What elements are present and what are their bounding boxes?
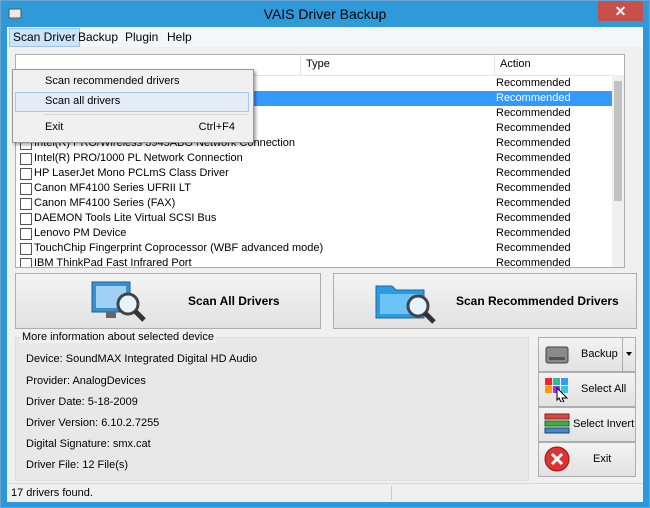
backup-dropdown-arrow[interactable] xyxy=(622,338,635,371)
row-name: HP LaserJet Mono PCLmS Class Driver xyxy=(34,167,229,179)
menu-separator xyxy=(43,114,249,115)
row-checkbox[interactable] xyxy=(20,213,32,225)
scan-all-label: Scan All Drivers xyxy=(188,294,280,308)
scan-all-drivers-button[interactable]: Scan All Drivers xyxy=(15,273,321,329)
exit-label: Exit xyxy=(593,453,612,465)
table-row[interactable]: Canon MF4100 Series UFRII LT Recommended xyxy=(16,181,616,196)
row-action: Recommended xyxy=(496,227,571,239)
table-row[interactable]: IBM ThinkPad Fast Infrared Port Recommend… xyxy=(16,256,616,268)
backup-button[interactable]: Backup xyxy=(538,337,636,372)
row-name: IBM ThinkPad Fast Infrared Port xyxy=(34,257,192,268)
select-all-label: Select All xyxy=(581,383,627,395)
row-action: Recommended xyxy=(496,167,571,179)
column-type[interactable]: Type xyxy=(306,58,330,70)
menu-scan-driver[interactable]: Scan Driver xyxy=(9,28,80,47)
row-checkbox[interactable] xyxy=(20,228,32,240)
row-name: TouchChip Fingerprint Coprocessor (WBF a… xyxy=(34,242,324,254)
table-row[interactable]: TouchChip Fingerprint Coprocessor (WBF a… xyxy=(16,241,616,256)
column-action[interactable]: Action xyxy=(500,58,531,70)
row-checkbox[interactable] xyxy=(20,183,32,195)
row-action: Recommended xyxy=(496,92,571,104)
column-separator xyxy=(300,55,301,75)
select-invert-icon xyxy=(544,413,570,434)
device-info-group: More information about selected device D… xyxy=(15,331,529,481)
select-all-icon xyxy=(545,378,569,402)
table-row[interactable]: HP LaserJet Mono PCLmS Class Driver Recom… xyxy=(16,166,616,181)
row-action: Recommended xyxy=(496,242,571,254)
status-text: 17 drivers found. xyxy=(11,487,93,499)
info-group-title: More information about selected device xyxy=(20,331,216,343)
table-row[interactable]: DAEMON Tools Lite Virtual SCSI Bus Recomm… xyxy=(16,211,616,226)
row-action: Recommended xyxy=(496,197,571,209)
menu-item-label: Scan all drivers xyxy=(45,95,121,107)
client-area: Scan Driver Backup Plugin Help Type Acti… xyxy=(7,27,643,502)
menu-bar: Scan Driver Backup Plugin Help xyxy=(7,27,643,47)
row-checkbox[interactable] xyxy=(20,153,32,165)
app-window: VAIS Driver Backup ✕ Scan Driver Backup … xyxy=(0,0,650,508)
folder-search-icon xyxy=(375,285,436,324)
menu-item-label: Scan recommended drivers xyxy=(45,75,180,87)
row-name: Intel(R) PRO/1000 PL Network Connection xyxy=(34,152,243,164)
backup-label: Backup xyxy=(581,348,618,360)
row-action: Recommended xyxy=(496,212,571,224)
info-driver-version: Driver Version: 6.10.2.7255 xyxy=(26,417,160,429)
menu-item-accelerator: Ctrl+F4 xyxy=(198,121,235,133)
menu-help[interactable]: Help xyxy=(164,30,195,44)
info-provider: Provider: AnalogDevices xyxy=(26,375,146,387)
select-invert-button[interactable]: Select Invert xyxy=(538,407,636,442)
menu-scan-all-drivers[interactable]: Scan all drivers xyxy=(15,92,249,112)
row-name: Canon MF4100 Series (FAX) xyxy=(34,197,176,209)
row-checkbox[interactable] xyxy=(20,258,32,267)
drive-icon xyxy=(545,346,569,364)
scan-recommended-label: Scan Recommended Drivers xyxy=(456,294,619,308)
row-action: Recommended xyxy=(496,122,571,134)
table-row[interactable]: Intel(R) PRO/1000 PL Network Connection R… xyxy=(16,151,616,166)
monitor-search-icon xyxy=(91,281,146,322)
row-name: Lenovo PM Device xyxy=(34,227,127,239)
table-row[interactable]: Canon MF4100 Series (FAX) Recommended xyxy=(16,196,616,211)
menu-backup[interactable]: Backup xyxy=(75,30,121,44)
menu-scan-recommended-drivers[interactable]: Scan recommended drivers xyxy=(15,72,249,92)
status-separator xyxy=(391,486,392,500)
menu-plugin[interactable]: Plugin xyxy=(122,30,161,44)
row-name: DAEMON Tools Lite Virtual SCSI Bus xyxy=(34,212,217,224)
chevron-down-icon xyxy=(626,352,632,356)
status-bar: 17 drivers found. xyxy=(7,483,643,502)
title-bar[interactable]: VAIS Driver Backup ✕ xyxy=(1,1,649,27)
column-separator xyxy=(494,55,495,75)
scan-driver-menu: Scan recommended drivers Scan all driver… xyxy=(12,69,254,143)
row-action: Recommended xyxy=(496,77,571,89)
row-action: Recommended xyxy=(496,182,571,194)
info-driver-date: Driver Date: 5-18-2009 xyxy=(26,396,138,408)
info-driver-file: Driver File: 12 File(s) xyxy=(26,459,129,471)
menu-item-label: Exit xyxy=(45,121,64,133)
select-all-button[interactable]: Select All xyxy=(538,372,636,407)
row-action: Recommended xyxy=(496,257,571,268)
menu-exit[interactable]: Exit Ctrl+F4 xyxy=(15,118,249,138)
exit-button[interactable]: Exit xyxy=(538,442,636,477)
table-row[interactable]: Lenovo PM Device Recommended xyxy=(16,226,616,241)
info-device: Device: SoundMAX Integrated Digital HD A… xyxy=(26,353,258,365)
info-digital-signature: Digital Signature: smx.cat xyxy=(26,438,151,450)
row-checkbox[interactable] xyxy=(20,168,32,180)
row-name: Canon MF4100 Series UFRII LT xyxy=(34,182,191,194)
row-checkbox[interactable] xyxy=(20,243,32,255)
select-invert-label: Select Invert xyxy=(573,418,635,430)
row-action: Recommended xyxy=(496,152,571,164)
close-button[interactable]: ✕ xyxy=(598,1,643,21)
exit-icon xyxy=(544,446,570,472)
scrollbar-thumb[interactable] xyxy=(614,81,622,201)
row-checkbox[interactable] xyxy=(20,198,32,210)
row-action: Recommended xyxy=(496,137,571,149)
window-title: VAIS Driver Backup xyxy=(263,6,387,22)
scan-recommended-drivers-button[interactable]: Scan Recommended Drivers xyxy=(333,273,637,329)
row-action: Recommended xyxy=(496,107,571,119)
vertical-scrollbar[interactable] xyxy=(612,75,624,267)
